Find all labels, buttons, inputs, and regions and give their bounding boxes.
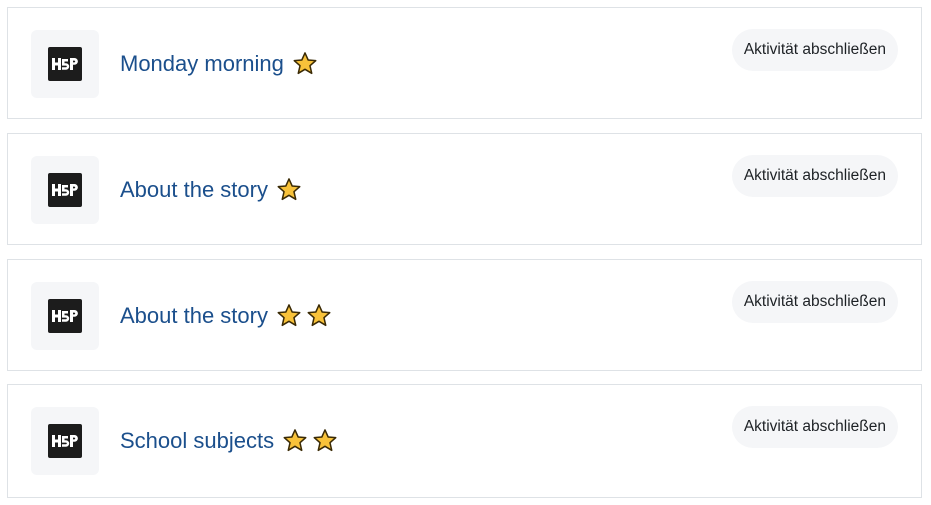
- activity-icon-tile: [31, 407, 99, 475]
- h5p-icon: [48, 424, 82, 458]
- activity-card: About the story Aktivität abschließen: [7, 259, 922, 371]
- activity-link[interactable]: Monday morning: [120, 48, 318, 80]
- star-icon: [276, 303, 302, 329]
- h5p-icon: [48, 299, 82, 333]
- star-icon: [292, 51, 318, 77]
- star-icon: [276, 177, 302, 203]
- activity-link[interactable]: About the story: [120, 300, 332, 332]
- activity-link[interactable]: About the story: [120, 174, 302, 206]
- star-rating: [282, 428, 338, 454]
- activity-card: Monday morning Aktivität abschließen: [7, 7, 922, 119]
- activity-title: About the story: [120, 303, 268, 328]
- activity-title: Monday morning: [120, 51, 284, 76]
- activity-icon-tile: [31, 282, 99, 350]
- star-icon: [306, 303, 332, 329]
- star-rating: [276, 303, 332, 329]
- activity-link[interactable]: School subjects: [120, 425, 338, 457]
- activity-list: Monday morning Aktivität abschließen Abo…: [0, 0, 931, 505]
- activity-icon-tile: [31, 30, 99, 98]
- mark-complete-button[interactable]: Aktivität abschließen: [731, 29, 898, 71]
- activity-card: School subjects Aktivität abschließen: [7, 384, 922, 498]
- activity-icon-tile: [31, 156, 99, 224]
- h5p-icon: [48, 47, 82, 81]
- h5p-icon: [48, 173, 82, 207]
- mark-complete-button[interactable]: Aktivität abschließen: [731, 281, 898, 323]
- star-icon: [282, 428, 308, 454]
- activity-card: About the story Aktivität abschließen: [7, 133, 922, 245]
- mark-complete-button[interactable]: Aktivität abschließen: [731, 155, 898, 197]
- star-rating: [292, 51, 318, 77]
- activity-title: About the story: [120, 177, 268, 202]
- star-rating: [276, 177, 302, 203]
- mark-complete-button[interactable]: Aktivität abschließen: [731, 406, 898, 448]
- activity-title: School subjects: [120, 428, 275, 453]
- star-icon: [312, 428, 338, 454]
